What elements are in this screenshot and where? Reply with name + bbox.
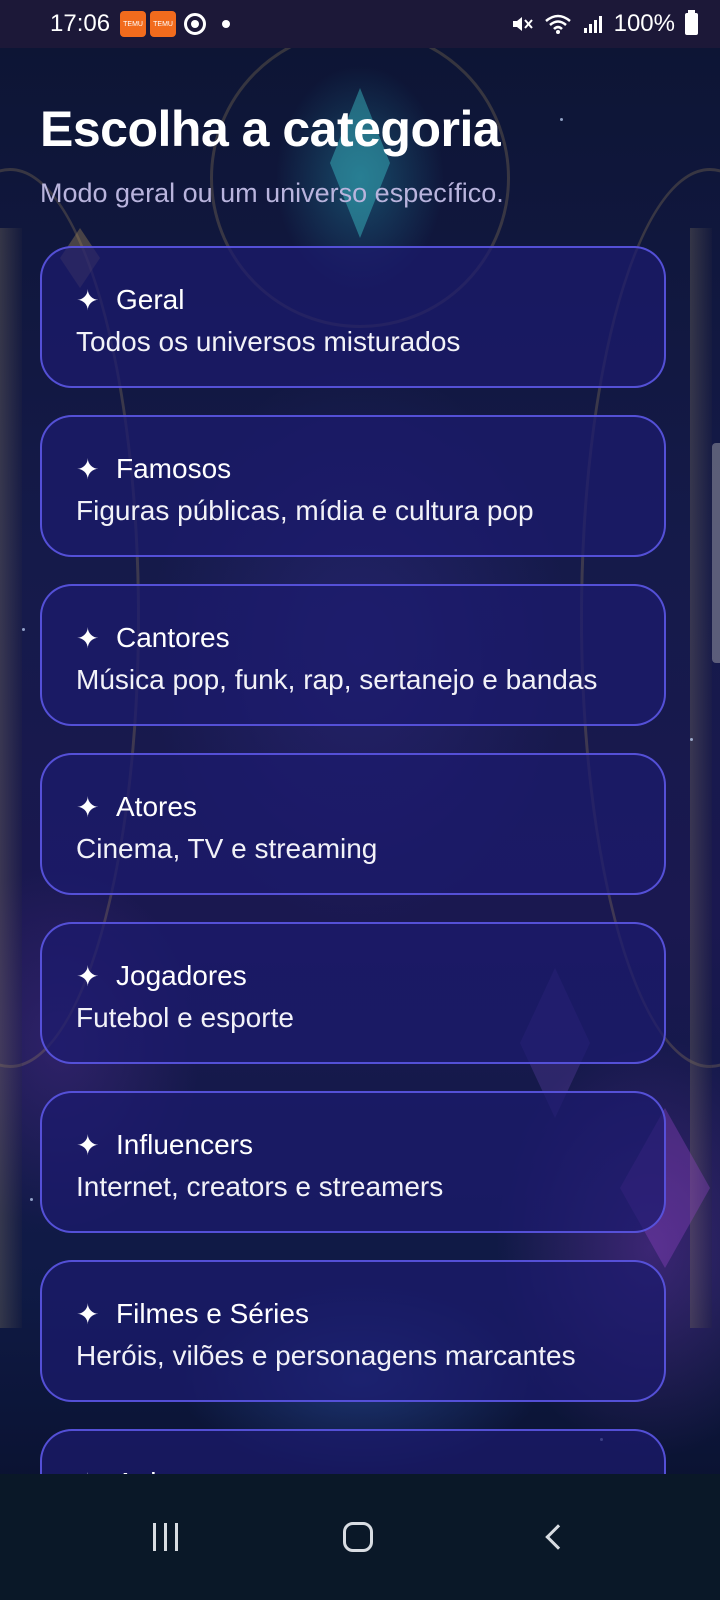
card-header: ✦ Geral <box>76 282 630 318</box>
wifi-icon <box>544 14 571 34</box>
recents-icon <box>152 1523 156 1551</box>
battery-percentage: 100% <box>613 10 675 37</box>
back-button[interactable] <box>545 1524 571 1550</box>
sync-icon <box>184 13 207 35</box>
sparkle-icon: ✦ <box>76 791 100 823</box>
status-right-group: 100% <box>510 10 698 38</box>
card-header: ✦ Filmes e Séries <box>76 1296 630 1332</box>
category-list: ✦ Geral Todos os universos misturados ✦ … <box>40 246 666 1502</box>
recents-icon <box>174 1523 178 1551</box>
home-button[interactable] <box>343 1522 374 1552</box>
category-description: Internet, creators e streamers <box>76 1171 444 1202</box>
page-subtitle: Modo geral ou um universo específico. <box>40 178 504 208</box>
category-description: Futebol e esporte <box>76 1002 294 1033</box>
navigation-bar <box>0 1474 720 1600</box>
card-header: ✦ Cantores <box>76 620 630 656</box>
battery-icon <box>685 10 698 35</box>
sparkle-icon: ✦ <box>76 960 100 992</box>
recents-icon <box>163 1523 167 1551</box>
category-description: Todos os universos misturados <box>76 326 461 357</box>
category-title: Atores <box>116 791 197 822</box>
card-header: ✦ Famosos <box>76 451 630 487</box>
recents-button[interactable] <box>152 1523 178 1551</box>
mute-icon <box>512 17 533 31</box>
category-title: Influencers <box>116 1129 253 1160</box>
category-card-influencers[interactable]: ✦ Influencers Internet, creators e strea… <box>40 1091 666 1233</box>
signal-icon <box>583 16 602 33</box>
category-card-famosos[interactable]: ✦ Famosos Figuras públicas, mídia e cult… <box>40 415 666 557</box>
category-title: Geral <box>116 284 185 315</box>
category-card-jogadores[interactable]: ✦ Jogadores Futebol e esporte <box>40 922 666 1064</box>
category-title: Cantores <box>116 622 230 653</box>
sparkle-icon: ✦ <box>76 284 100 316</box>
temu-notification-icon: TEMU <box>120 11 147 37</box>
more-notifications-dot <box>222 20 231 28</box>
status-bar: 17:06 TEMU TEMU 100% <box>0 0 720 48</box>
status-time: 17:06 <box>50 10 111 37</box>
category-card-atores[interactable]: ✦ Atores Cinema, TV e streaming <box>40 753 666 895</box>
category-title: Filmes e Séries <box>116 1298 309 1329</box>
temu-icon-label: TEMU <box>153 20 173 28</box>
category-title: Famosos <box>116 453 232 484</box>
category-card-cantores[interactable]: ✦ Cantores Música pop, funk, rap, sertan… <box>40 584 666 726</box>
sparkle-icon: ✦ <box>76 453 100 485</box>
category-description: Figuras públicas, mídia e cultura pop <box>76 495 534 526</box>
sparkle-icon: ✦ <box>76 1298 100 1330</box>
category-card-filmes-e-series[interactable]: ✦ Filmes e Séries Heróis, vilões e perso… <box>40 1260 666 1402</box>
page-title: Escolha a categoria <box>40 101 501 157</box>
category-description: Cinema, TV e streaming <box>76 833 378 864</box>
category-description: Heróis, vilões e personagens marcantes <box>76 1340 576 1371</box>
temu-notification-icon: TEMU <box>150 11 177 37</box>
category-screen[interactable]: Escolha a categoria Modo geral ou um uni… <box>0 48 720 1502</box>
category-title: Jogadores <box>116 960 247 991</box>
sparkle-icon: ✦ <box>76 622 100 654</box>
category-card-geral[interactable]: ✦ Geral Todos os universos misturados <box>40 246 666 388</box>
card-header: ✦ Atores <box>76 789 630 825</box>
category-description: Música pop, funk, rap, sertanejo e banda… <box>76 664 598 695</box>
sparkle-icon: ✦ <box>76 1129 100 1161</box>
card-header: ✦ Influencers <box>76 1127 630 1163</box>
card-header: ✦ Jogadores <box>76 958 630 994</box>
temu-icon-label: TEMU <box>123 20 143 28</box>
scrollbar[interactable] <box>712 443 720 663</box>
